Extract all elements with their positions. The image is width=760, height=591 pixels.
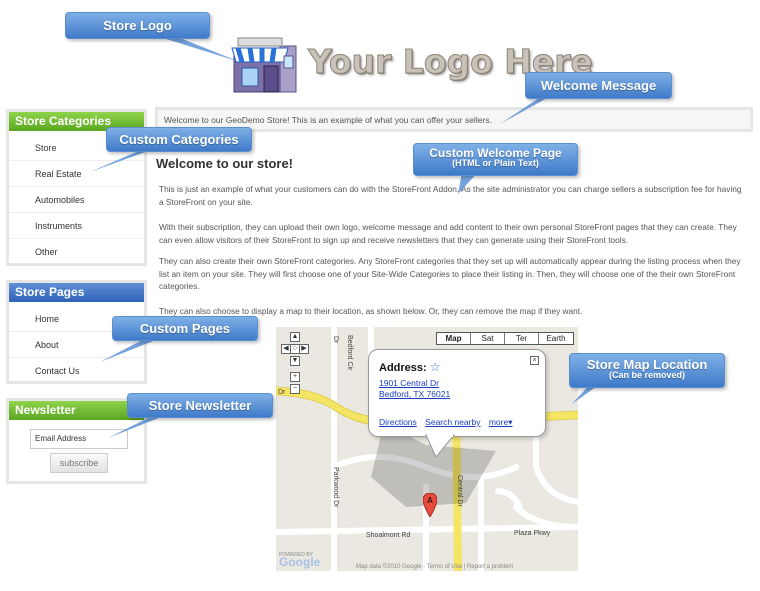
content-paragraph: This is just an example of what your cus… — [159, 184, 742, 207]
address-line-1[interactable]: 1901 Central Dr — [379, 378, 535, 389]
page-title: Welcome to our store! — [156, 156, 294, 171]
road-label: Plaza Pkwy — [514, 530, 551, 537]
category-item-instruments[interactable]: Instruments — [9, 213, 144, 239]
road-label: Parkwood Dr — [332, 467, 339, 508]
address-line-2[interactable]: Bedford, TX 76021 — [379, 389, 535, 400]
map-type-selector: Map Sat Ter Earth — [436, 332, 574, 345]
callout-store-logo: Store Logo — [65, 12, 210, 39]
category-item-other[interactable]: Other — [9, 239, 144, 265]
address-label: Address: — [379, 362, 427, 374]
callout-custom-pages: Custom Pages — [112, 316, 258, 341]
store-logo: Your Logo Here — [228, 32, 593, 98]
road-label: Bedford Cir — [346, 335, 353, 371]
store-map[interactable]: ▲ ◀ ○ ▶ ▼ + − Map Sat Ter Earth Bedford … — [276, 327, 578, 571]
info-window-title: Address: ☆ — [379, 360, 535, 374]
newsletter-title: Newsletter — [9, 401, 144, 420]
road-label: Dr — [278, 389, 286, 396]
directions-link[interactable]: Directions — [379, 417, 417, 427]
newsletter-email-input[interactable]: Email Address — [30, 429, 128, 449]
map-footer: POWERED BY Google Map data ©2010 Google … — [276, 552, 578, 571]
map-marker-icon[interactable]: A — [423, 493, 437, 517]
map-type-ter[interactable]: Ter — [505, 333, 539, 344]
map-pan-zoom-control: ▲ ◀ ○ ▶ ▼ + − — [281, 332, 309, 396]
road-label: Central Dr — [456, 475, 463, 507]
marker-label: A — [427, 496, 433, 505]
road-label: Dr — [332, 336, 339, 344]
store-pages-title: Store Pages — [9, 283, 144, 302]
zoom-out-icon[interactable]: − — [290, 384, 300, 394]
close-icon[interactable]: × — [530, 356, 539, 365]
map-info-window: Address: ☆ × 1901 Central Dr Bedford, TX… — [368, 349, 546, 437]
map-type-map[interactable]: Map — [437, 333, 471, 344]
callout-store-map-location: Store Map Location (Can be removed) — [569, 353, 725, 388]
callout-welcome-message: Welcome Message — [525, 72, 672, 99]
more-link[interactable]: more▾ — [489, 417, 513, 427]
google-logo: Google — [279, 555, 321, 569]
road-label: Shoalmont Rd — [366, 532, 411, 539]
zoom-in-icon[interactable]: + — [290, 372, 300, 382]
pan-down-icon[interactable]: ▼ — [290, 356, 300, 366]
search-nearby-link[interactable]: Search nearby — [425, 417, 480, 427]
category-item-automobiles[interactable]: Automobiles — [9, 187, 144, 213]
category-item-real-estate[interactable]: Real Estate — [9, 161, 144, 187]
page-item-contact-us[interactable]: Contact Us — [9, 358, 144, 384]
callout-custom-categories: Custom Categories — [106, 127, 252, 152]
newsletter-box: Newsletter Email Address subscribe — [6, 398, 147, 484]
map-type-sat[interactable]: Sat — [471, 333, 505, 344]
storefront-icon — [231, 37, 297, 93]
map-type-earth[interactable]: Earth — [539, 333, 573, 344]
pan-up-icon[interactable]: ▲ — [290, 332, 300, 342]
content-paragraph: With their subscription, they can upload… — [159, 222, 737, 245]
content-paragraph: They can also create their own StoreFron… — [159, 256, 741, 292]
star-icon[interactable]: ☆ — [430, 360, 441, 374]
subscribe-button[interactable]: subscribe — [50, 453, 108, 473]
callout-store-newsletter: Store Newsletter — [127, 393, 273, 418]
callout-custom-welcome-page: Custom Welcome Page (HTML or Plain Text) — [413, 143, 578, 176]
pan-right-icon[interactable]: ▶ — [299, 344, 309, 354]
map-data-attribution: Map data ©2010 Google - Terms of Use | R… — [356, 564, 514, 570]
info-window-links: Directions Search nearby more▾ — [379, 417, 518, 428]
